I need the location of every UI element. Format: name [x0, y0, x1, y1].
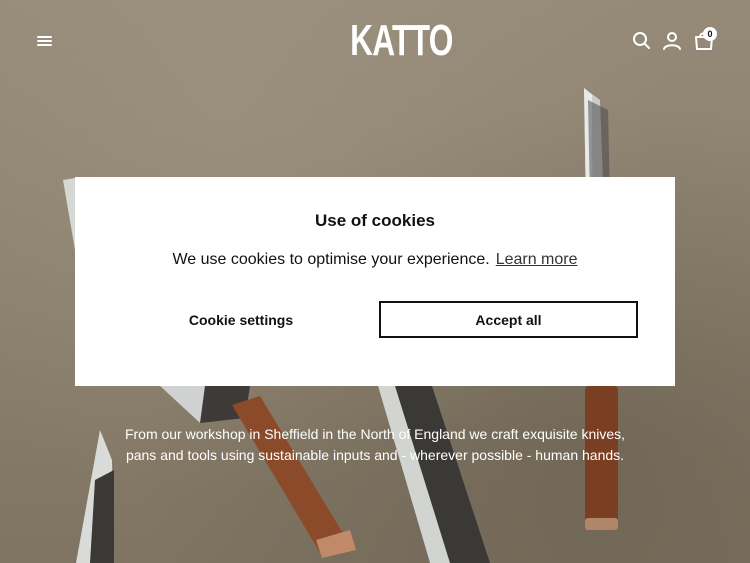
menu-icon-bar	[37, 40, 52, 42]
menu-button[interactable]	[35, 33, 55, 49]
cart-count-badge: 0	[703, 27, 717, 41]
cookie-settings-button[interactable]: Cookie settings	[111, 301, 371, 339]
search-button[interactable]	[631, 30, 653, 52]
cookie-modal-title: Use of cookies	[315, 211, 435, 230]
accept-all-button[interactable]: Accept all	[379, 301, 638, 338]
menu-icon	[37, 36, 52, 38]
knife-bottom-left-image	[76, 430, 114, 563]
account-icon	[663, 32, 681, 50]
account-button[interactable]	[661, 30, 683, 52]
knife-center-image	[160, 386, 356, 558]
brand-logo[interactable]: KATTO	[350, 16, 453, 66]
cookie-modal-message-row: We use cookies to optimise your experien…	[75, 251, 675, 269]
site-header: KATTO 0	[0, 0, 750, 82]
knife-left-top-image	[63, 178, 75, 250]
menu-icon-bar	[37, 44, 52, 46]
learn-more-link[interactable]: Learn more	[496, 251, 578, 268]
hero-intro-text: From our workshop in Sheffield in the No…	[124, 426, 626, 463]
cookie-modal-message: We use cookies to optimise your experien…	[172, 251, 490, 268]
cookie-consent-modal: Use of cookies We use cookies to optimis…	[75, 177, 675, 386]
search-icon	[633, 32, 650, 49]
knife-lower-center-image	[378, 386, 490, 563]
